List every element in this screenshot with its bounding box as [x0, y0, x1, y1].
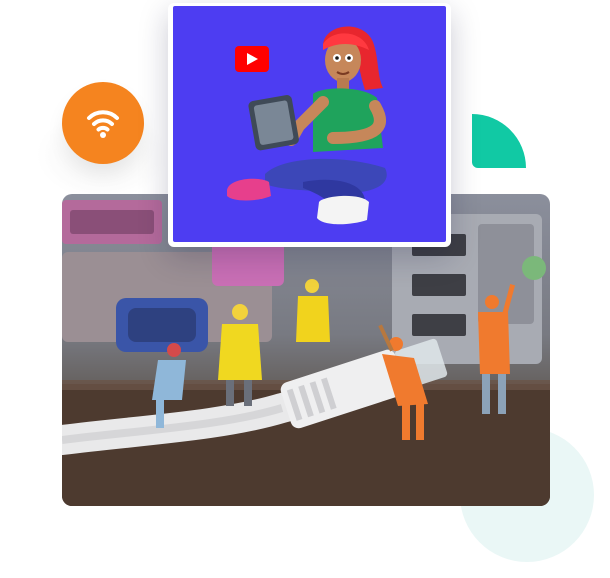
youtube-icon [235, 46, 269, 72]
pink-shoe [227, 178, 271, 201]
tablet [248, 95, 299, 151]
white-shoe [317, 195, 369, 225]
decorative-teal-quarter-shape [472, 114, 526, 168]
usb-port [412, 274, 466, 296]
miniature-worker-yellow-back [296, 279, 330, 342]
girl-with-tablet-illustration [227, 26, 387, 225]
audio-jack [522, 256, 546, 280]
wifi-icon [87, 110, 119, 138]
video-streaming-card [168, 3, 451, 247]
video-illustration [173, 6, 446, 242]
usb-port [412, 314, 466, 336]
wifi-badge [62, 82, 144, 164]
